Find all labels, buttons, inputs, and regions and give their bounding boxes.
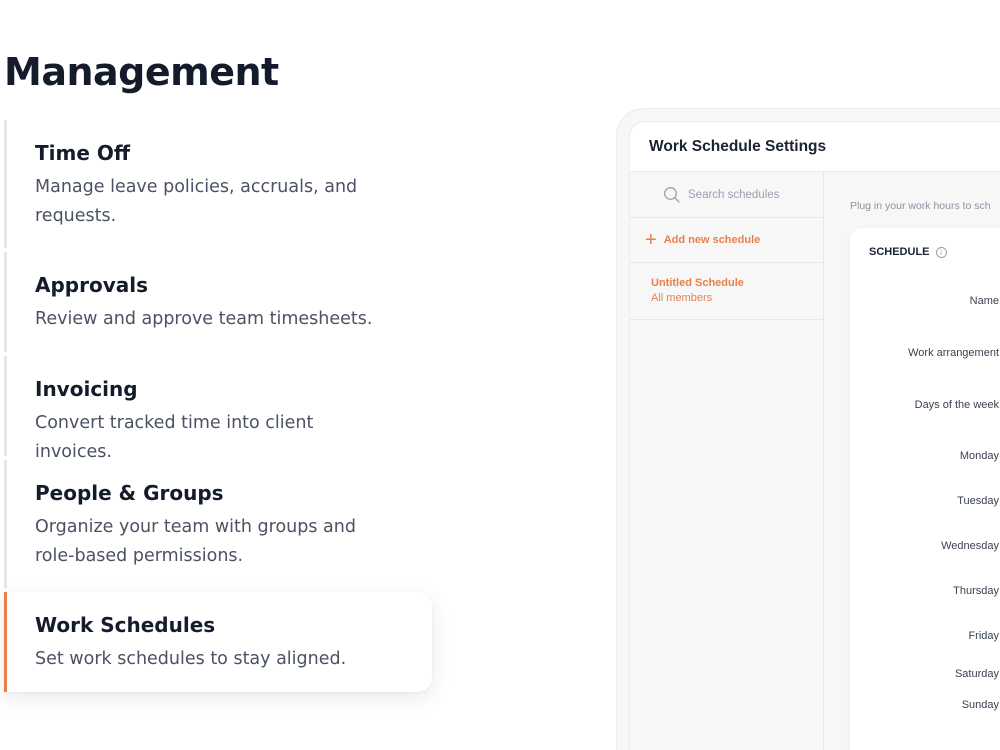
schedule-list-item[interactable]: Untitled Schedule All members (630, 263, 823, 320)
field-label-saturday: Saturday (954, 668, 999, 680)
app-mockup: Work Schedule Settings Search schedules … (616, 108, 1000, 750)
feature-approvals[interactable]: Approvals Review and approve team timesh… (4, 252, 432, 352)
field-label-days-of-week: Days of the week (914, 399, 999, 411)
field-label-sunday: Sunday (961, 699, 999, 711)
schedule-section-label: SCHEDULE i (869, 246, 947, 258)
feature-title: Approvals (35, 273, 149, 297)
field-label-wednesday: Wednesday (941, 540, 999, 552)
mockup-window: Work Schedule Settings Search schedules … (629, 121, 1000, 750)
add-schedule-button[interactable]: + Add new schedule (630, 218, 823, 263)
field-label-tuesday: Tuesday (957, 495, 999, 507)
search-placeholder: Search schedules (688, 188, 780, 201)
schedule-main: Plug in your work hours to sch SCHEDULE … (824, 172, 1000, 750)
schedule-sidebar: Search schedules + Add new schedule Unti… (630, 172, 824, 750)
feature-description: Review and approve team timesheets. (35, 309, 373, 329)
page-title: Management (4, 50, 279, 94)
info-icon[interactable]: i (935, 246, 947, 258)
search-icon (664, 186, 680, 203)
field-label-thursday: Thursday (953, 585, 999, 597)
feature-description: Set work schedules to stay aligned. (35, 649, 347, 669)
field-label-monday: Monday (959, 450, 999, 462)
feature-people-groups[interactable]: People & Groups Organize your team with … (4, 460, 432, 588)
feature-title: Invoicing (35, 377, 138, 401)
feature-title: Work Schedules (35, 613, 216, 637)
mockup-title: Work Schedule Settings (630, 122, 1000, 172)
schedule-members: All members (651, 292, 713, 304)
schedule-name: Untitled Schedule (651, 277, 744, 289)
feature-title: Time Off (35, 141, 131, 165)
feature-description: Organize your team with groups and role-… (35, 517, 356, 566)
add-schedule-label: Add new schedule (663, 234, 761, 246)
feature-description: Convert tracked time into client invoice… (35, 413, 314, 462)
field-label-name: Name (969, 295, 999, 307)
field-label-friday: Friday (968, 630, 999, 642)
search-schedules-input[interactable]: Search schedules (630, 172, 823, 218)
schedule-card: SCHEDULE i Name Work arrangement Days of… (850, 228, 1000, 750)
feature-description: Manage leave policies, accruals, and req… (35, 177, 358, 226)
section-label-text: SCHEDULE (869, 246, 930, 258)
feature-work-schedules[interactable]: Work Schedules Set work schedules to sta… (4, 592, 432, 692)
field-label-work-arrangement: Work arrangement (908, 347, 999, 359)
plus-icon: + (645, 229, 657, 251)
feature-invoicing[interactable]: Invoicing Convert tracked time into clie… (4, 356, 432, 462)
feature-time-off[interactable]: Time Off Manage leave policies, accruals… (4, 120, 432, 248)
feature-title: People & Groups (35, 481, 224, 505)
schedule-hint: Plug in your work hours to sch (850, 200, 991, 212)
